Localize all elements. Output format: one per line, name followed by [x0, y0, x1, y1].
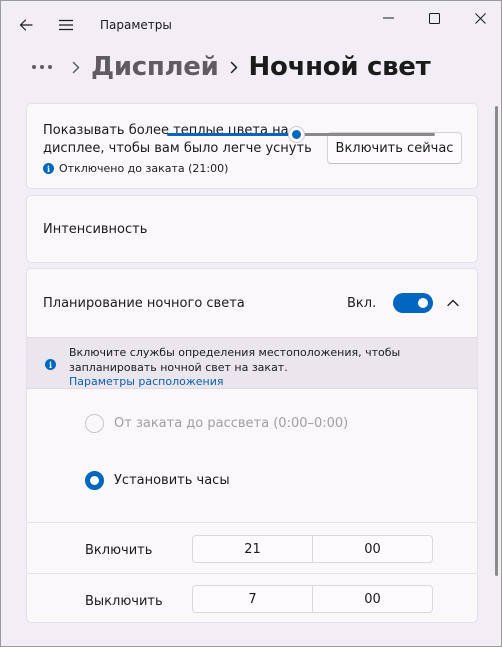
turn-on-label: Включить — [85, 543, 153, 558]
breadcrumb-separator — [61, 61, 91, 74]
night-light-status: i Отключено до заката (21:00) — [43, 162, 228, 175]
breadcrumb-more-button[interactable] — [31, 52, 61, 82]
schedule-toggle[interactable] — [393, 293, 433, 313]
breadcrumb-display-link[interactable]: Дисплей — [91, 52, 219, 82]
vertical-scrollbar[interactable] — [495, 106, 498, 576]
toggle-knob — [418, 298, 428, 308]
location-settings-link[interactable]: Параметры расположения — [69, 375, 223, 388]
minimize-icon — [382, 17, 394, 19]
schedule-card: Планирование ночного света Вкл. i Включи… — [26, 268, 478, 623]
info-icon: i — [45, 359, 56, 370]
turn-on-time-picker[interactable]: 21 00 — [192, 535, 433, 563]
close-button[interactable] — [457, 1, 501, 35]
chevron-right-icon — [72, 61, 80, 73]
turn-on-time-row: Включить 21 00 — [27, 522, 477, 572]
window-title: Параметры — [100, 18, 172, 32]
info-icon: i — [43, 163, 54, 174]
minimize-button[interactable] — [365, 1, 411, 35]
collapse-button[interactable] — [444, 295, 462, 311]
radio-label: Установить часы — [114, 473, 230, 488]
settings-content: Показывать более теплые цвета на дисплее… — [26, 103, 478, 623]
radio-button[interactable] — [85, 471, 104, 490]
hamburger-menu-icon — [59, 19, 73, 31]
settings-window: Параметры Дисплей Ночной свет Показывать… — [0, 0, 502, 647]
turn-off-time-row: Выключить 7 00 — [27, 573, 477, 622]
chevron-up-icon — [447, 299, 459, 307]
hour-cell[interactable]: 7 — [193, 586, 312, 612]
minute-cell[interactable]: 00 — [312, 536, 432, 562]
title-bar: Параметры — [1, 1, 501, 47]
radio-sunset-to-sunrise: От заката до рассвета (0:00–0:00) — [85, 414, 348, 433]
schedule-title: Планирование ночного света — [43, 296, 245, 311]
hour-cell[interactable]: 21 — [193, 536, 312, 562]
night-light-card: Показывать более теплые цвета на дисплее… — [26, 103, 478, 189]
intensity-card: Интенсивность — [26, 195, 478, 263]
maximize-button[interactable] — [411, 1, 457, 35]
radio-set-hours[interactable]: Установить часы — [85, 471, 230, 490]
location-info-text: Включите службы определения местоположен… — [69, 346, 401, 374]
breadcrumb-separator — [219, 61, 249, 74]
close-icon — [474, 12, 486, 24]
navigation-menu-button[interactable] — [53, 13, 79, 37]
toggle-state-label: Вкл. — [347, 296, 377, 311]
back-button[interactable] — [13, 13, 39, 37]
chevron-right-icon — [230, 61, 237, 73]
radio-button — [85, 414, 104, 433]
turn-off-label: Выключить — [85, 594, 163, 609]
radio-label: От заката до рассвета (0:00–0:00) — [114, 416, 349, 431]
minute-cell[interactable]: 00 — [312, 586, 432, 612]
location-info-bar: i Включите службы определения местополож… — [27, 337, 477, 389]
slider-thumb[interactable] — [287, 126, 305, 143]
slider-fill — [167, 133, 296, 136]
back-arrow-icon — [19, 19, 33, 31]
breadcrumb: Дисплей Ночной свет — [31, 49, 431, 85]
turn-off-time-picker[interactable]: 7 00 — [192, 585, 433, 613]
page-title: Ночной свет — [248, 52, 431, 82]
schedule-header[interactable]: Планирование ночного света Вкл. — [27, 269, 477, 337]
intensity-label: Интенсивность — [43, 222, 148, 237]
status-text: Отключено до заката (21:00) — [59, 162, 229, 175]
more-dots-icon — [32, 65, 52, 69]
intensity-slider[interactable] — [167, 125, 435, 145]
maximize-icon — [428, 12, 440, 24]
